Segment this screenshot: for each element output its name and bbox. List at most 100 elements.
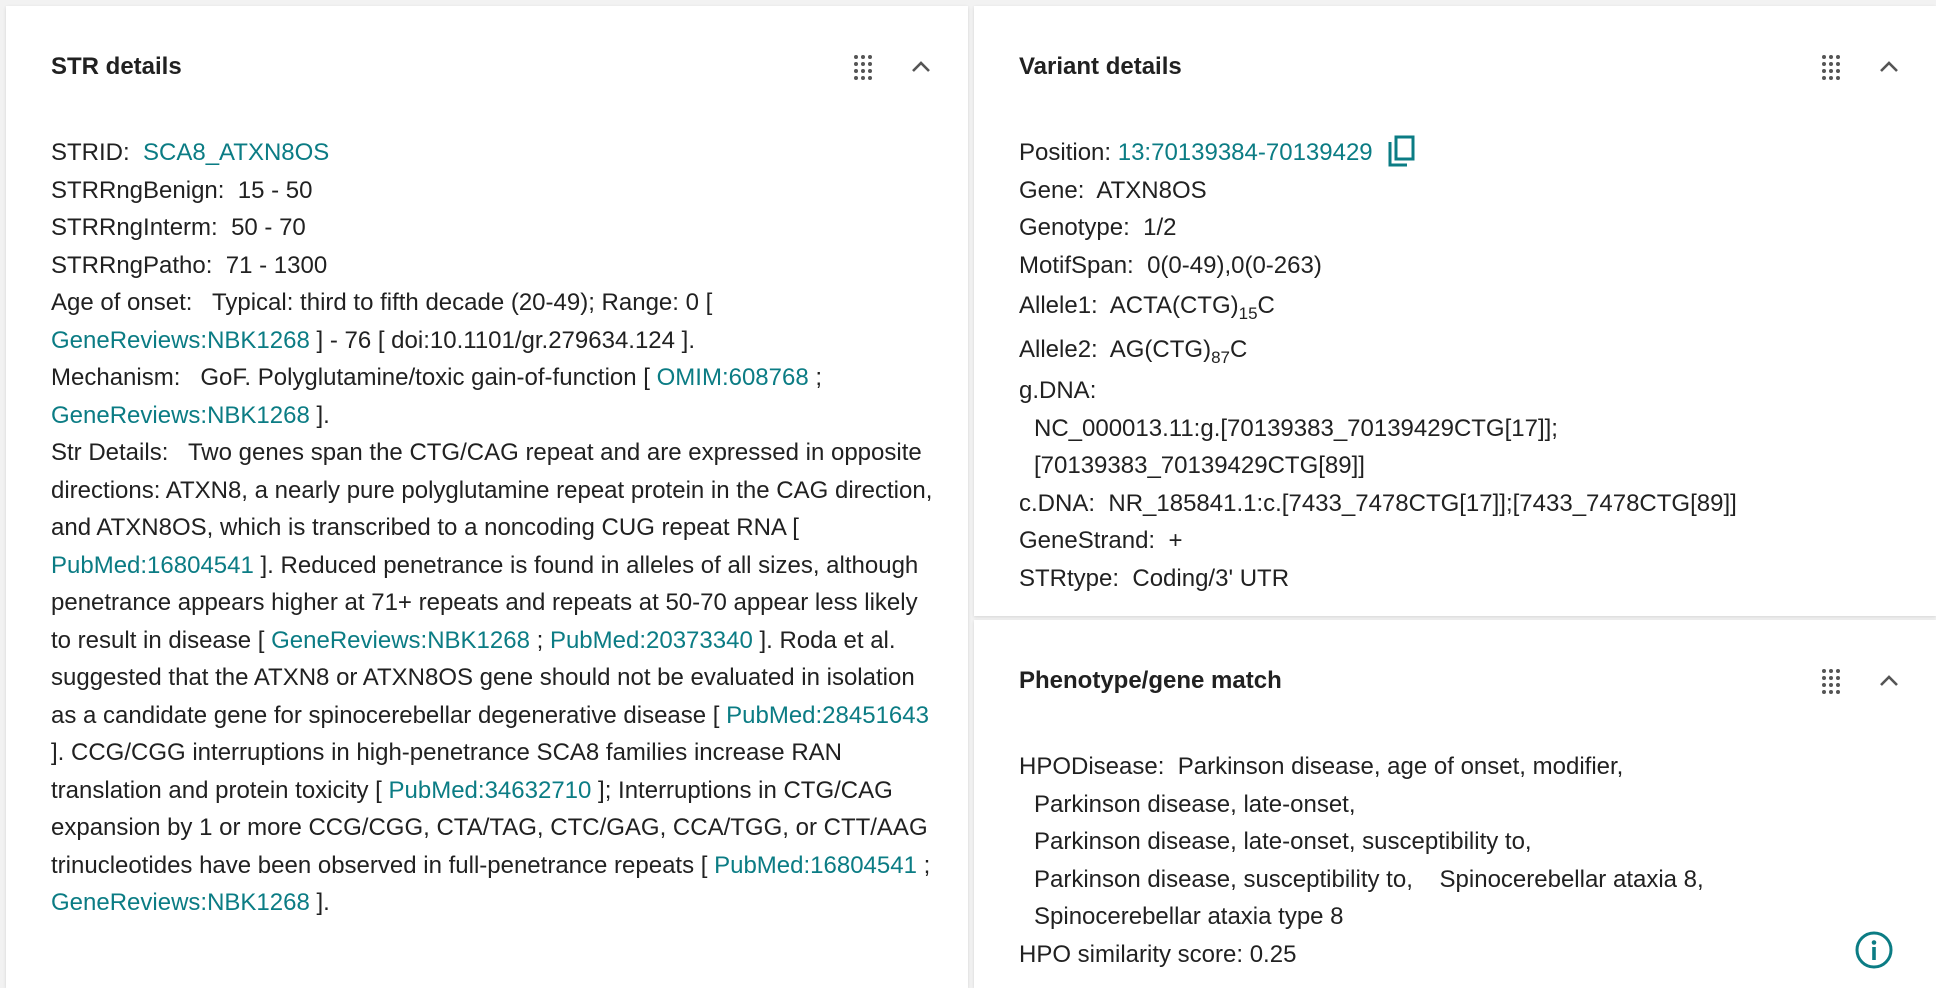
- hpo-disease-label: HPODisease:: [1019, 753, 1165, 780]
- allele1-tail: C: [1257, 292, 1275, 319]
- variant-details-body: Position: 13:70139384-70139429 Gene: ATX…: [1019, 134, 1904, 597]
- chevron-up-icon[interactable]: [1874, 52, 1904, 82]
- genotype-row: Genotype: 1/2: [1019, 209, 1904, 247]
- allele2-tail: C: [1229, 336, 1248, 363]
- position-link[interactable]: 13:70139384-70139429: [1118, 139, 1373, 166]
- allele2-motif: AG(CTG): [1109, 336, 1212, 363]
- strtype-value: Coding/3' UTR: [1132, 564, 1290, 592]
- genereviews-link[interactable]: GeneReviews:NBK1268: [271, 627, 530, 654]
- str-details-text: ;: [536, 626, 544, 654]
- drag-grid-icon[interactable]: [1816, 52, 1846, 82]
- allele1-label: Allele1:: [1019, 292, 1098, 319]
- hpo-score-row: HPO similarity score: 0.25: [1019, 936, 1904, 974]
- pubmed-link[interactable]: PubMed:28451643: [726, 702, 929, 729]
- genestrand-value: +: [1168, 527, 1183, 554]
- str-details-text: ;: [923, 851, 931, 879]
- mechanism-text: ].: [316, 401, 330, 429]
- gdna-value-line-2: [70139383_70139429CTG[89]]: [1034, 452, 1365, 479]
- strtype-label: STRtype:: [1019, 564, 1120, 592]
- phenotype-match-card: Phenotype/gene match HPODisease: Parkins…: [974, 620, 1936, 988]
- mechanism-row: Mechanism: GoF. Polyglutamine/toxic gain…: [51, 359, 936, 434]
- age-of-onset-row: Age of onset: Typical: third to fifth de…: [51, 284, 936, 359]
- interm-value: 50 - 70: [231, 214, 306, 241]
- benign-range-row: STRRngBenign: 15 - 50: [51, 172, 936, 210]
- motifspan-value: 0(0-49),0(0-263): [1147, 251, 1322, 279]
- str-details-body: STRID: SCA8_ATXN8OS STRRngBenign: 15 - 5…: [51, 134, 936, 922]
- interm-range-row: STRRngInterm: 50 - 70: [51, 209, 936, 247]
- onset-text: Typical: third to fifth decade (20-49); …: [212, 289, 713, 316]
- allele1-value: ACTA(CTG)15C: [1109, 292, 1275, 322]
- allele2-value: AG(CTG)87C: [1109, 336, 1248, 366]
- cdna-row: c.DNA: NR_185841.1:c.[7433_7478CTG[17]];…: [1019, 485, 1904, 523]
- str-details-text: Two genes span the CTG/CAG repeat and ar…: [51, 439, 933, 541]
- mechanism-omim-link[interactable]: OMIM:608768: [657, 364, 809, 391]
- gene-row: Gene: ATXN8OS: [1019, 172, 1904, 210]
- strtype-row: STRtype: Coding/3' UTR: [1019, 560, 1904, 598]
- genereviews-link[interactable]: GeneReviews:NBK1268: [51, 889, 310, 916]
- chevron-up-icon[interactable]: [1874, 666, 1904, 696]
- mechanism-genereviews-link[interactable]: GeneReviews:NBK1268: [51, 402, 310, 429]
- strid-label: STRID:: [51, 139, 130, 166]
- allele2-label: Allele2:: [1019, 336, 1098, 363]
- str-details-title: STR details: [51, 53, 182, 80]
- hpo-disease-item: Spinocerebellar ataxia type 8: [1034, 903, 1344, 930]
- hpo-disease-line: Parkinson disease, susceptibility to, Sp…: [1019, 861, 1904, 899]
- phenotype-match-title: Phenotype/gene match: [1019, 667, 1282, 694]
- onset-genereviews-link[interactable]: GeneReviews:NBK1268: [51, 327, 310, 354]
- position-row: Position: 13:70139384-70139429: [1019, 134, 1904, 172]
- hpo-disease-item: Parkinson disease, late-onset, susceptib…: [1034, 828, 1532, 855]
- allele1-count: 15: [1238, 304, 1258, 323]
- str-details-text: ].: [316, 889, 330, 916]
- hpo-score-value: 0.25: [1249, 940, 1297, 968]
- benign-label: STRRngBenign:: [51, 176, 225, 204]
- allele2-count: 87: [1211, 348, 1230, 367]
- allele1-motif: ACTA(CTG): [1109, 292, 1239, 319]
- cdna-label: c.DNA:: [1019, 489, 1096, 517]
- drag-grid-icon[interactable]: [848, 52, 878, 82]
- str-details-card: STR details STRID: SCA8_ATXN8OS STRRngBe…: [6, 6, 968, 988]
- cdna-value: NR_185841.1:c.[7433_7478CTG[17]];[7433_7…: [1108, 489, 1737, 517]
- gdna-label-row: g.DNA:: [1019, 372, 1904, 410]
- pubmed-link[interactable]: PubMed:16804541: [714, 852, 917, 879]
- gdna-value-line-1: NC_000013.11:g.[70139383_70139429CTG[17]…: [1034, 414, 1558, 442]
- mechanism-text: ;: [815, 364, 823, 391]
- hpo-disease-item: Parkinson disease, susceptibility to,: [1034, 865, 1413, 893]
- patho-range-row: STRRngPatho: 71 - 1300: [51, 247, 936, 285]
- variant-details-title: Variant details: [1019, 53, 1182, 80]
- onset-text: ] - 76 [ doi:10.1101/gr.279634.124 ].: [316, 326, 695, 354]
- genotype-label: Genotype:: [1019, 214, 1130, 241]
- benign-value: 15 - 50: [237, 176, 313, 204]
- genestrand-label: GeneStrand:: [1019, 527, 1156, 554]
- str-details-label: Str Details:: [51, 439, 169, 466]
- motifspan-row: MotifSpan: 0(0-49),0(0-263): [1019, 247, 1904, 285]
- pubmed-link[interactable]: PubMed:34632710: [389, 777, 592, 804]
- motifspan-label: MotifSpan:: [1019, 251, 1134, 279]
- mechanism-label: Mechanism:: [51, 364, 181, 391]
- interm-label: STRRngInterm:: [51, 214, 218, 241]
- copy-icon[interactable]: [1387, 134, 1417, 168]
- gene-value: ATXN8OS: [1096, 176, 1207, 204]
- hpo-disease-item: Parkinson disease, late-onset,: [1034, 790, 1356, 818]
- str-details-paragraph: Str Details: Two genes span the CTG/CAG …: [51, 434, 936, 922]
- position-label: Position:: [1019, 139, 1112, 166]
- gene-label: Gene:: [1019, 176, 1085, 204]
- variant-details-card: Variant details Position: 13:70139384-70…: [974, 6, 1936, 616]
- pubmed-link[interactable]: PubMed:20373340: [550, 627, 753, 654]
- allele2-row: Allele2: AG(CTG)87C: [1019, 328, 1904, 372]
- info-icon[interactable]: [1854, 930, 1894, 970]
- chevron-up-icon[interactable]: [906, 52, 936, 82]
- pubmed-link[interactable]: PubMed:16804541: [51, 552, 254, 579]
- hpo-disease-item: Spinocerebellar ataxia 8,: [1439, 865, 1704, 893]
- genotype-value: 1/2: [1143, 214, 1177, 241]
- phenotype-match-body: HPODisease: Parkinson disease, age of on…: [1019, 748, 1904, 973]
- hpo-score-label: HPO similarity score:: [1019, 940, 1244, 968]
- patho-label: STRRngPatho:: [51, 251, 213, 279]
- gdna-label: g.DNA:: [1019, 377, 1097, 404]
- mechanism-text: GoF. Polyglutamine/toxic gain-of-functio…: [200, 364, 650, 391]
- drag-grid-icon[interactable]: [1816, 666, 1846, 696]
- hpo-disease-item: Parkinson disease, age of onset, modifie…: [1177, 753, 1624, 780]
- strid-link[interactable]: SCA8_ATXN8OS: [143, 139, 329, 166]
- strid-row: STRID: SCA8_ATXN8OS: [51, 134, 936, 172]
- allele1-row: Allele1: ACTA(CTG)15C: [1019, 284, 1904, 328]
- genestrand-row: GeneStrand: +: [1019, 522, 1904, 560]
